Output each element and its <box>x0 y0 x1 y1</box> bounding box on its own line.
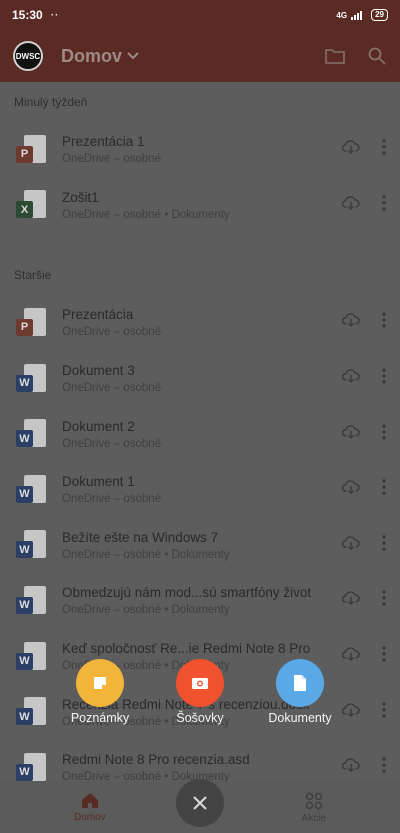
excel-file-icon: X <box>16 190 46 220</box>
file-name: Bežíte ešte na Windows 7 <box>62 529 219 545</box>
nav-actions[interactable]: Akcie <box>302 792 326 824</box>
grid-icon <box>305 792 323 809</box>
file-location: OneDrive – osobné • Dokumenty <box>62 604 230 617</box>
section-header: Minulý týždeň <box>14 95 88 109</box>
file-list-item[interactable]: W Dokument 3 OneDrive – osobné <box>0 351 400 407</box>
more-options-icon[interactable] <box>382 646 386 667</box>
powerpoint-file-icon: P <box>16 307 46 338</box>
file-name: Zošit1 <box>62 189 99 205</box>
file-location: OneDrive – osobné • Dokumenty <box>62 548 230 561</box>
search-icon <box>368 47 386 65</box>
file-list-item[interactable]: W Dokument 1 OneDrive – osobné <box>0 462 400 518</box>
notification-dots: ·· <box>50 9 60 21</box>
nav-home[interactable]: Domov <box>74 792 106 823</box>
sticky-note-icon <box>94 677 106 689</box>
close-speed-dial-button[interactable] <box>176 779 224 827</box>
notes-label[interactable]: Poznámky <box>50 711 150 725</box>
app-header: DWSC Domov <box>0 30 400 82</box>
more-options-icon[interactable] <box>382 535 386 556</box>
more-options-icon[interactable] <box>382 139 386 160</box>
battery-icon: 29 <box>371 9 388 21</box>
file-list-item[interactable]: P Prezentácia 1 OneDrive – osobné <box>0 122 400 178</box>
close-icon <box>193 796 207 810</box>
cloud-download-icon[interactable] <box>341 647 360 666</box>
lens-label[interactable]: Šošovky <box>150 711 250 725</box>
more-options-icon[interactable] <box>382 479 386 500</box>
word-file-icon: W <box>16 419 46 449</box>
word-file-icon: W <box>16 530 46 560</box>
more-options-icon[interactable] <box>382 590 386 611</box>
file-list-item[interactable]: W Dokument 2 OneDrive – osobné <box>0 406 400 462</box>
file-list-item[interactable]: P Prezentácia OneDrive – osobné <box>0 295 400 351</box>
file-list-item[interactable]: W Bežíte ešte na Windows 7 OneDrive – osob… <box>0 518 400 574</box>
file-location: OneDrive – osobné <box>62 382 162 395</box>
file-location: OneDrive – osobné • Dokumenty <box>62 208 230 221</box>
lens-fab[interactable] <box>176 659 224 707</box>
cloud-download-icon[interactable] <box>341 480 360 499</box>
file-list-item[interactable]: X Zošit1 OneDrive – osobné • Dokumenty <box>0 178 400 234</box>
word-file-icon: W <box>16 697 46 727</box>
file-location: OneDrive – osobné <box>62 437 162 450</box>
cloud-download-icon[interactable] <box>341 196 360 215</box>
chevron-down-icon <box>127 52 139 60</box>
file-name: Redmi Note 8 Pro recenzia.asd <box>62 752 250 768</box>
folder-icon <box>325 49 345 64</box>
status-time: 15:30 <box>12 8 43 22</box>
status-bar: 15:30 ·· 4G 29 <box>0 0 400 30</box>
nav-actions-label: Akcie <box>301 812 326 824</box>
file-name: Prezentácia <box>62 307 134 323</box>
documents-label[interactable]: Dokumenty <box>250 711 350 725</box>
file-location: OneDrive – osobné <box>62 153 162 166</box>
cloud-download-icon[interactable] <box>341 536 360 555</box>
powerpoint-file-icon: P <box>16 134 46 165</box>
cloud-download-icon[interactable] <box>341 591 360 610</box>
word-file-icon: W <box>16 363 46 394</box>
file-location: OneDrive – osobné <box>62 493 162 506</box>
home-icon <box>81 793 98 808</box>
more-options-icon[interactable] <box>382 423 386 445</box>
cloud-download-icon[interactable] <box>341 369 360 388</box>
nav-home-label: Domov <box>74 812 106 823</box>
more-options-icon[interactable] <box>382 312 386 333</box>
cloud-download-icon[interactable] <box>341 424 360 444</box>
signal-icon <box>351 10 367 20</box>
file-name: Dokument 1 <box>62 474 135 490</box>
notes-fab[interactable] <box>76 659 124 707</box>
file-name: Prezentácia 1 <box>62 134 145 150</box>
word-file-icon: W <box>16 641 46 672</box>
word-file-icon: W <box>16 474 46 505</box>
location-switcher[interactable]: Domov <box>61 46 139 67</box>
file-name: Dokument 3 <box>62 363 135 379</box>
network-type: 4G <box>336 10 348 20</box>
file-name: Dokument 2 <box>62 418 135 434</box>
avatar[interactable]: DWSC <box>13 41 43 71</box>
camera-icon <box>192 678 208 689</box>
cloud-download-icon[interactable] <box>341 140 360 159</box>
more-options-icon[interactable] <box>382 368 386 389</box>
word-file-icon: W <box>16 752 46 783</box>
section-header: Staršie <box>14 268 52 283</box>
cloud-download-icon[interactable] <box>341 313 360 332</box>
word-file-icon: W <box>16 585 46 616</box>
more-options-icon[interactable] <box>382 757 386 778</box>
documents-fab[interactable] <box>276 659 324 707</box>
cloud-download-icon[interactable] <box>341 758 360 777</box>
file-list-item[interactable]: W Obmedzujú nám mod...sú smartfóny život O… <box>0 573 400 629</box>
document-icon <box>294 675 306 691</box>
folder-button[interactable] <box>324 45 346 67</box>
page-title: Domov <box>61 45 123 66</box>
file-name: Keď spoločnosť Re...ie Redmi Note 8 Pro <box>62 641 311 657</box>
file-name: Obmedzujú nám mod...sú smartfóny život <box>62 585 312 601</box>
search-button[interactable] <box>366 45 388 67</box>
file-location: OneDrive – osobné <box>62 326 162 339</box>
more-options-icon[interactable] <box>382 195 386 216</box>
more-options-icon[interactable] <box>382 701 386 723</box>
